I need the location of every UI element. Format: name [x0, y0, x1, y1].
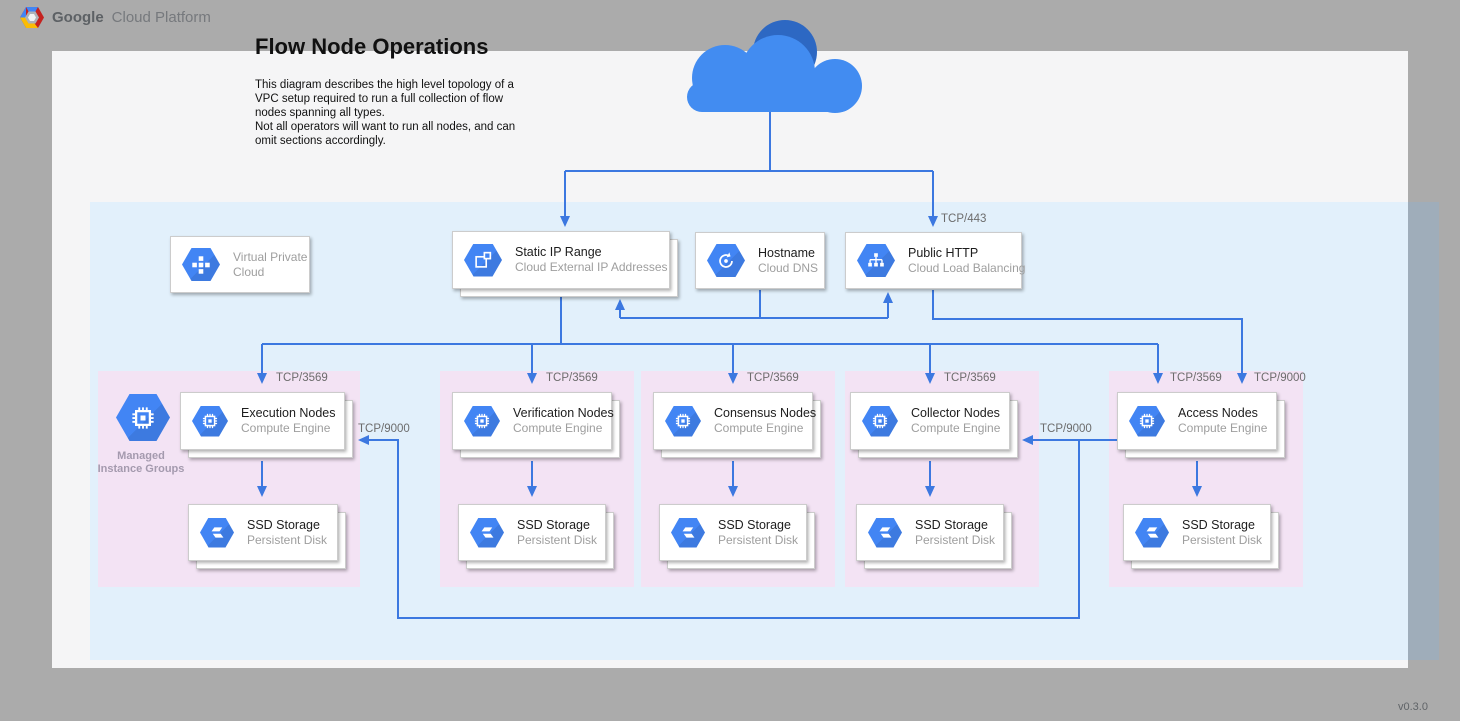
- card-title: SSD Storage: [247, 518, 327, 533]
- brand-google: Google: [52, 9, 104, 26]
- card-title: Access Nodes: [1178, 406, 1267, 421]
- compute-engine-icon: [665, 406, 701, 437]
- port-label-tcp9000-collector: TCP/9000: [1040, 423, 1092, 435]
- card-title: SSD Storage: [915, 518, 995, 533]
- port-label-tcp3569-consensus: TCP/3569: [747, 372, 799, 384]
- card-subtitle: Persistent Disk: [915, 533, 995, 548]
- card-title: SSD Storage: [517, 518, 597, 533]
- port-label-tcp443: TCP/443: [941, 213, 986, 225]
- port-label-tcp3569-execution: TCP/3569: [276, 372, 328, 384]
- compute-engine-icon: [862, 406, 898, 437]
- persistent-disk-icon: [671, 518, 705, 548]
- card-title: Collector Nodes: [911, 406, 1000, 421]
- card-ssd-consensus: SSD Storage Persistent Disk: [659, 504, 807, 561]
- card-ssd-collector: SSD Storage Persistent Disk: [856, 504, 1004, 561]
- external-ip-icon: [464, 244, 502, 277]
- cloud-dns-icon: [707, 244, 745, 277]
- persistent-disk-icon: [868, 518, 902, 548]
- persistent-disk-icon: [200, 518, 234, 548]
- card-subtitle: Compute Engine: [1178, 421, 1267, 436]
- card-title: Consensus Nodes: [714, 406, 816, 421]
- card-title: SSD Storage: [718, 518, 798, 533]
- compute-engine-icon: [192, 406, 228, 437]
- card-static-ip-range: Static IP Range Cloud External IP Addres…: [452, 231, 670, 289]
- card-subtitle: Cloud DNS: [758, 261, 818, 276]
- card-title: Execution Nodes: [241, 406, 336, 421]
- internet-cloud-icon: [675, 18, 865, 118]
- card-ssd-execution: SSD Storage Persistent Disk: [188, 504, 338, 561]
- card-title: SSD Storage: [1182, 518, 1262, 533]
- card-subtitle: Cloud External IP Addresses: [515, 260, 668, 275]
- version-label: v0.3.0: [1398, 701, 1428, 713]
- vpc-icon: [182, 248, 220, 281]
- vpc-region-overflow: [1408, 202, 1439, 660]
- card-title: Verification Nodes: [513, 406, 614, 421]
- brand-cloud-platform: Cloud Platform: [112, 9, 211, 26]
- card-access-nodes: Access Nodes Compute Engine: [1117, 392, 1277, 450]
- card-collector-nodes: Collector Nodes Compute Engine: [850, 392, 1010, 450]
- port-label-tcp3569-access: TCP/3569: [1170, 372, 1222, 384]
- card-title: Hostname: [758, 246, 818, 261]
- port-label-tcp9000-execution: TCP/9000: [358, 423, 410, 435]
- card-hostname: Hostname Cloud DNS: [695, 232, 825, 289]
- card-subtitle: Compute Engine: [911, 421, 1000, 436]
- card-title: Static IP Range: [515, 245, 668, 260]
- description-line-1: This diagram describes the high level to…: [255, 78, 531, 120]
- persistent-disk-icon: [1135, 518, 1169, 548]
- card-verification-nodes: Verification Nodes Compute Engine: [452, 392, 612, 450]
- compute-engine-icon: [1129, 406, 1165, 437]
- card-subtitle: Persistent Disk: [247, 533, 327, 548]
- card-subtitle: Compute Engine: [714, 421, 816, 436]
- header-brand: Google Cloud Platform: [20, 7, 211, 28]
- diagram-description: This diagram describes the high level to…: [255, 78, 531, 148]
- card-subtitle: Persistent Disk: [1182, 533, 1262, 548]
- card-ssd-verification: SSD Storage Persistent Disk: [458, 504, 606, 561]
- card-ssd-access: SSD Storage Persistent Disk: [1123, 504, 1271, 561]
- page-title: Flow Node Operations: [255, 34, 488, 60]
- gcp-logo-icon: [20, 7, 44, 28]
- card-execution-nodes: Execution Nodes Compute Engine: [180, 392, 345, 450]
- managed-instance-groups-label: Managed Instance Groups: [96, 450, 186, 476]
- diagram-viewport: TCP/443 TCP/3569 TCP/3569 TCP/3569 TCP/3…: [0, 0, 1460, 721]
- card-consensus-nodes: Consensus Nodes Compute Engine: [653, 392, 813, 450]
- card-public-http: Public HTTP Cloud Load Balancing: [845, 232, 1022, 289]
- description-line-2: Not all operators will want to run all n…: [255, 120, 531, 148]
- card-subtitle: Compute Engine: [513, 421, 614, 436]
- port-label-tcp3569-verification: TCP/3569: [546, 372, 598, 384]
- card-virtual-private-cloud: Virtual Private Cloud: [170, 236, 310, 293]
- load-balancing-icon: [857, 244, 895, 277]
- persistent-disk-icon: [470, 518, 504, 548]
- port-label-tcp3569-collector: TCP/3569: [944, 372, 996, 384]
- card-subtitle: Compute Engine: [241, 421, 336, 436]
- card-subtitle: Persistent Disk: [517, 533, 597, 548]
- compute-engine-icon: [464, 406, 500, 437]
- card-subtitle: Cloud Load Balancing: [908, 261, 1025, 276]
- card-title: Public HTTP: [908, 246, 1025, 261]
- card-subtitle: Persistent Disk: [718, 533, 798, 548]
- port-label-tcp9000-access: TCP/9000: [1254, 372, 1306, 384]
- card-label: Virtual Private Cloud: [233, 250, 317, 280]
